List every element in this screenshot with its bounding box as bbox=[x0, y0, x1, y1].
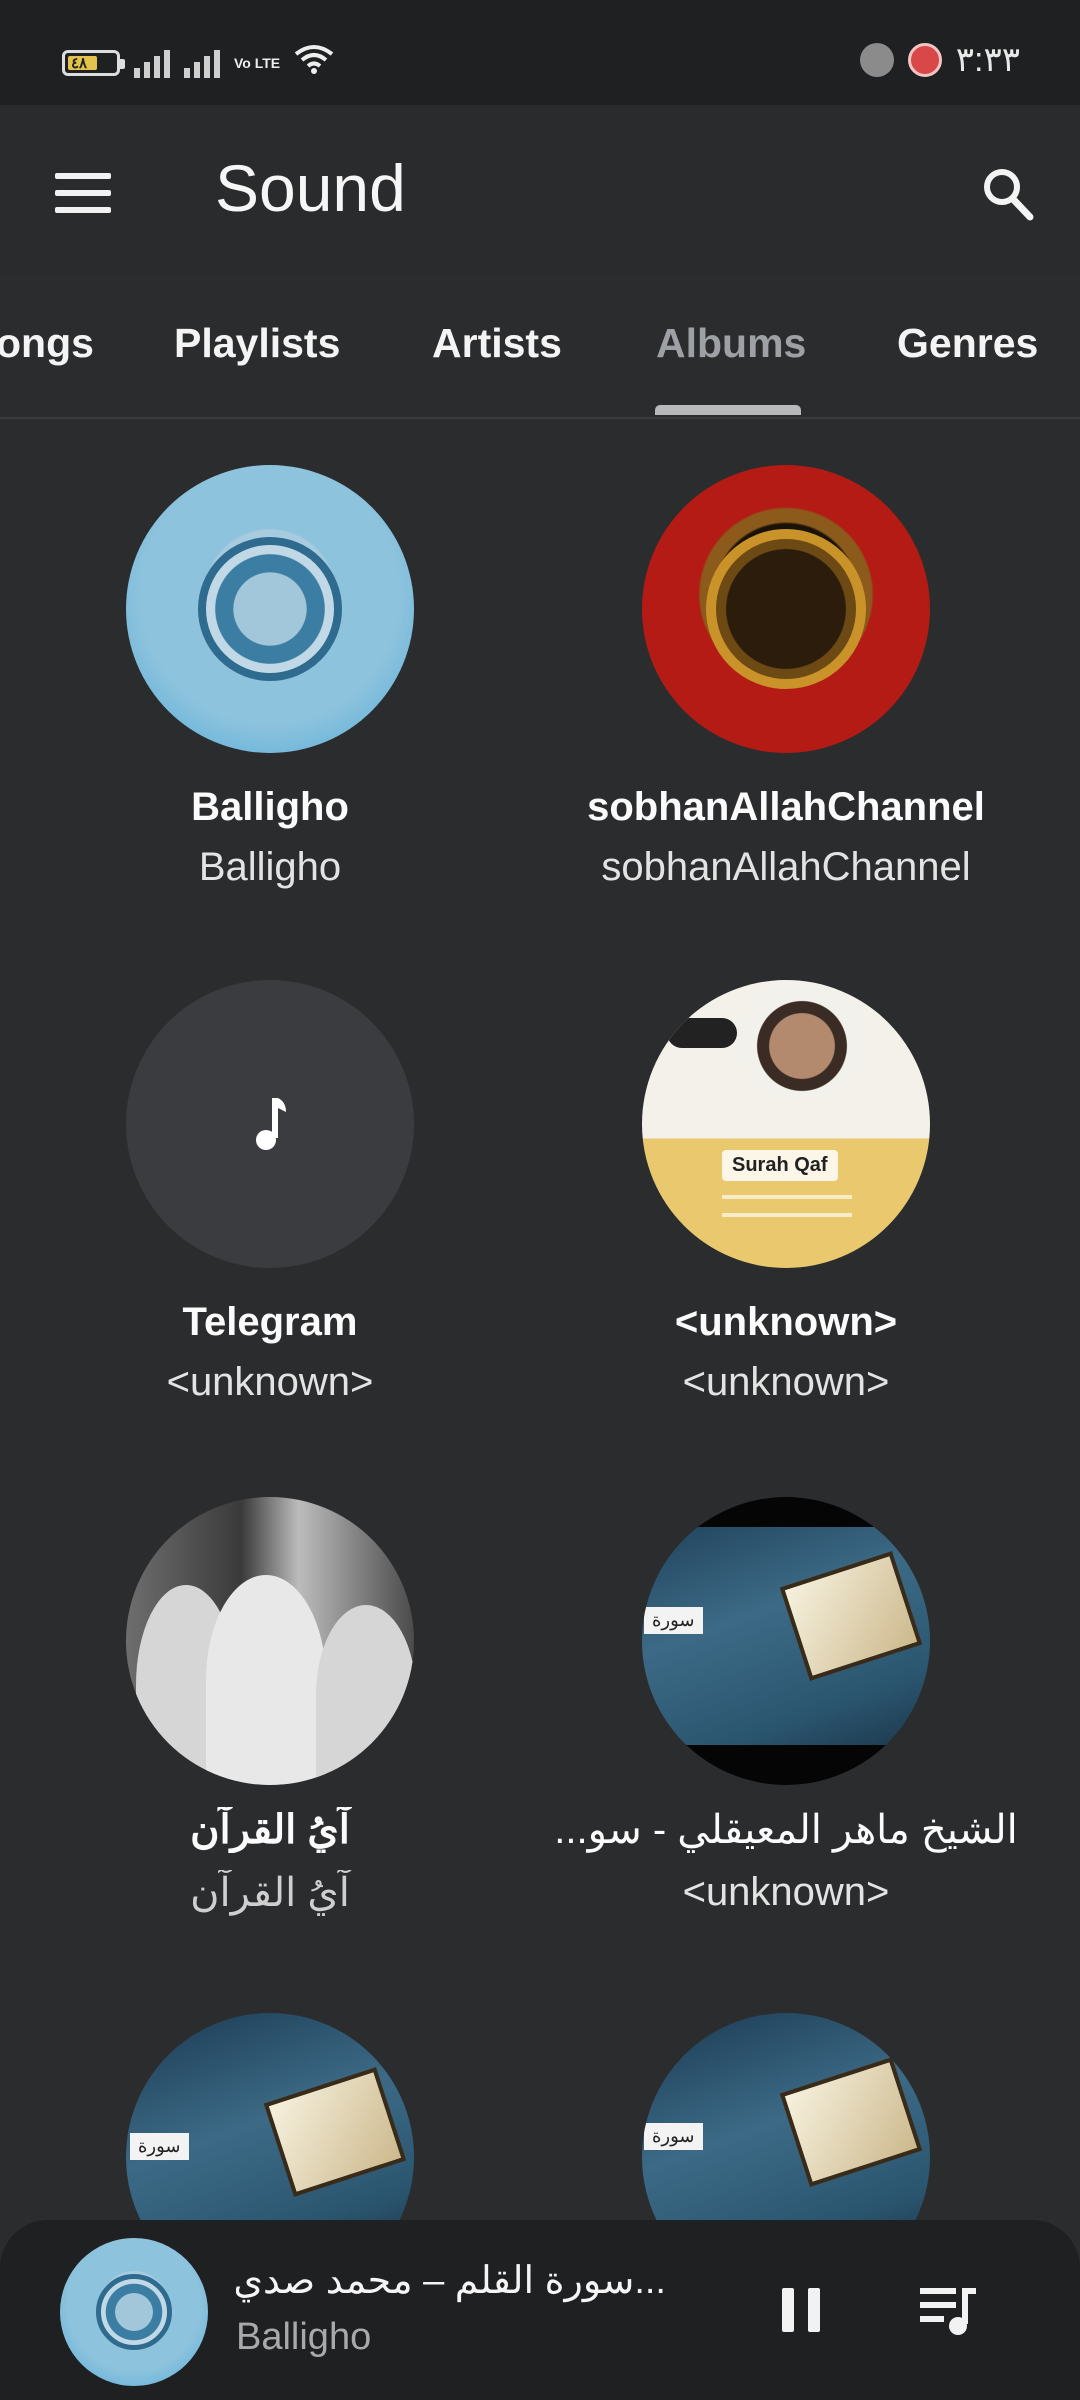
album-card[interactable]: Surah Qaf <unknown> <unknown> bbox=[516, 935, 1056, 1450]
tab-bar: ongs Playlists Artists Albums Genres bbox=[0, 275, 1080, 419]
clock: ٣:٣٣ bbox=[955, 41, 1020, 79]
album-artist: <unknown> bbox=[166, 1360, 374, 1404]
hamburger-menu-icon[interactable] bbox=[55, 173, 111, 213]
tab-artists[interactable]: Artists bbox=[432, 320, 562, 367]
now-playing-title: ...سورة القلم – محمد صدي bbox=[236, 2260, 666, 2302]
status-left: ٤٨ Vo LTE bbox=[62, 44, 334, 82]
status-right: ٣:٣٣ bbox=[859, 40, 1020, 80]
volte-indicator: Vo LTE bbox=[234, 55, 281, 71]
battery-level: ٤٨ bbox=[71, 55, 88, 72]
queue-music-icon[interactable] bbox=[918, 2282, 980, 2338]
album-cover: Surah Qaf bbox=[642, 980, 930, 1268]
album-title: Balligho bbox=[191, 785, 349, 829]
notification-icon bbox=[859, 43, 894, 77]
app-notification-icon bbox=[907, 43, 942, 77]
app-bar: Sound bbox=[0, 105, 1080, 275]
cover-label: Surah Qaf bbox=[722, 1150, 838, 1181]
album-title: Telegram bbox=[182, 1300, 358, 1344]
album-artist: sobhanAllahChannel bbox=[601, 845, 971, 889]
album-card[interactable]: sobhanAllahChannel sobhanAllahChannel bbox=[516, 420, 1056, 935]
now-playing-cover bbox=[60, 2238, 208, 2386]
battery-icon: ٤٨ bbox=[62, 50, 125, 76]
page-title: Sound bbox=[215, 151, 406, 225]
album-artist: <unknown> bbox=[682, 1870, 890, 1914]
album-card[interactable]: سورة ...الشيخ ماهر المعيقلي - سو <unknow… bbox=[516, 1452, 1056, 1967]
album-card[interactable]: Telegram <unknown> bbox=[0, 935, 540, 1450]
album-artist: آيُ القرآن bbox=[190, 1871, 350, 1915]
wifi-icon bbox=[294, 44, 334, 82]
album-cover bbox=[126, 1497, 414, 1785]
signal-strength-icon bbox=[134, 48, 170, 78]
album-cover bbox=[126, 980, 414, 1268]
album-artist: Balligho bbox=[198, 845, 342, 889]
album-cover: سورة bbox=[642, 1497, 930, 1785]
album-cover bbox=[126, 465, 414, 753]
tab-songs[interactable]: ongs bbox=[0, 320, 94, 367]
tab-albums[interactable]: Albums bbox=[656, 320, 806, 367]
now-playing-artist: Balligho bbox=[236, 2316, 372, 2358]
album-cover bbox=[642, 465, 930, 753]
tab-genres[interactable]: Genres bbox=[897, 320, 1038, 367]
signal-strength-icon-2 bbox=[184, 48, 220, 78]
tab-playlists[interactable]: Playlists bbox=[174, 320, 340, 367]
album-title: ...الشيخ ماهر المعيقلي - سو bbox=[554, 1808, 1018, 1852]
active-tab-indicator bbox=[655, 405, 801, 415]
album-card[interactable]: Balligho Balligho bbox=[0, 420, 540, 935]
album-card[interactable]: آيُ القرآن آيُ القرآن bbox=[0, 1452, 540, 1967]
pause-icon bbox=[782, 2288, 794, 2332]
album-artist: <unknown> bbox=[682, 1360, 890, 1404]
album-title: <unknown> bbox=[674, 1300, 898, 1344]
album-title: sobhanAllahChannel bbox=[587, 785, 985, 829]
music-note-icon bbox=[126, 980, 414, 1268]
status-bar: ٤٨ Vo LTE ٣:٣٣ bbox=[0, 0, 1080, 105]
pause-button[interactable] bbox=[782, 2288, 822, 2332]
album-title: آيُ القرآن bbox=[190, 1808, 350, 1852]
now-playing-bar[interactable]: ...سورة القلم – محمد صدي Balligho bbox=[0, 2220, 1080, 2400]
search-icon[interactable] bbox=[980, 165, 1036, 225]
